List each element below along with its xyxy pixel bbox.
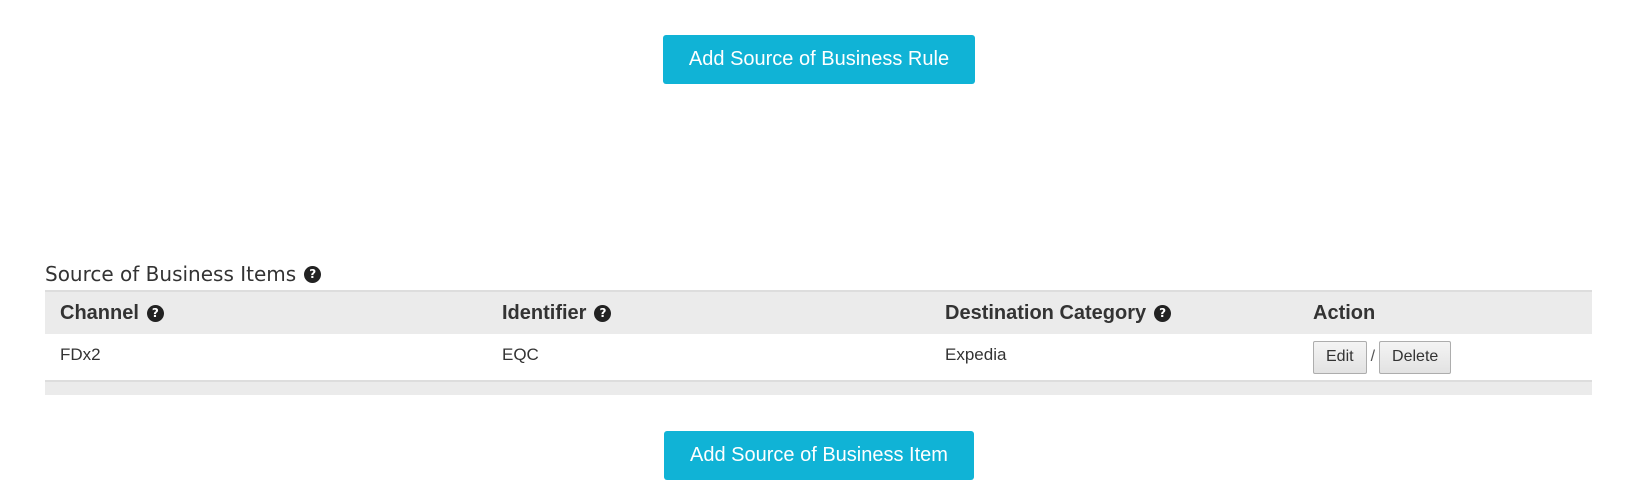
column-header-channel: Channel ? [45, 291, 487, 334]
identifier-help-icon[interactable]: ? [594, 304, 612, 322]
table-footer [45, 381, 1592, 395]
section-title: Source of Business Items ? [45, 262, 322, 286]
column-header-channel-label: Channel [60, 301, 139, 324]
column-header-identifier: Identifier ? [487, 291, 930, 334]
channel-help-icon[interactable]: ? [146, 304, 164, 322]
table-footer-row [45, 381, 1592, 395]
help-icon[interactable]: ? [304, 265, 322, 283]
edit-button[interactable]: Edit [1313, 340, 1367, 374]
table-header-row: Channel ? Identifier ? Destination Categ… [45, 291, 1592, 334]
column-header-identifier-label: Identifier [502, 301, 587, 324]
source-of-business-items-table: Channel ? Identifier ? Destination Categ… [45, 290, 1592, 395]
column-header-destination-category: Destination Category ? [930, 291, 1298, 334]
action-separator: / [1370, 348, 1376, 365]
add-source-of-business-item-button[interactable]: Add Source of Business Item [664, 431, 974, 480]
source-of-business-items-table-container: Channel ? Identifier ? Destination Categ… [45, 290, 1592, 395]
destination-category-help-icon[interactable]: ? [1154, 304, 1172, 322]
cell-destination-category: Expedia [930, 334, 1298, 382]
page: Add Source of Business Rule Source of Bu… [0, 0, 1638, 492]
add-source-of-business-rule-button[interactable]: Add Source of Business Rule [663, 35, 975, 84]
cell-channel: FDx2 [45, 334, 487, 382]
column-header-action: Action [1298, 291, 1592, 334]
delete-button[interactable]: Delete [1379, 340, 1452, 374]
cell-identifier: EQC [487, 334, 930, 382]
section-title-label: Source of Business Items [45, 262, 297, 286]
column-header-action-label: Action [1313, 301, 1376, 324]
column-header-destination-category-label: Destination Category [945, 301, 1147, 324]
cell-action: Edit / Delete [1298, 334, 1592, 382]
table-row: FDx2 EQC Expedia Edit / Delete [45, 334, 1592, 382]
